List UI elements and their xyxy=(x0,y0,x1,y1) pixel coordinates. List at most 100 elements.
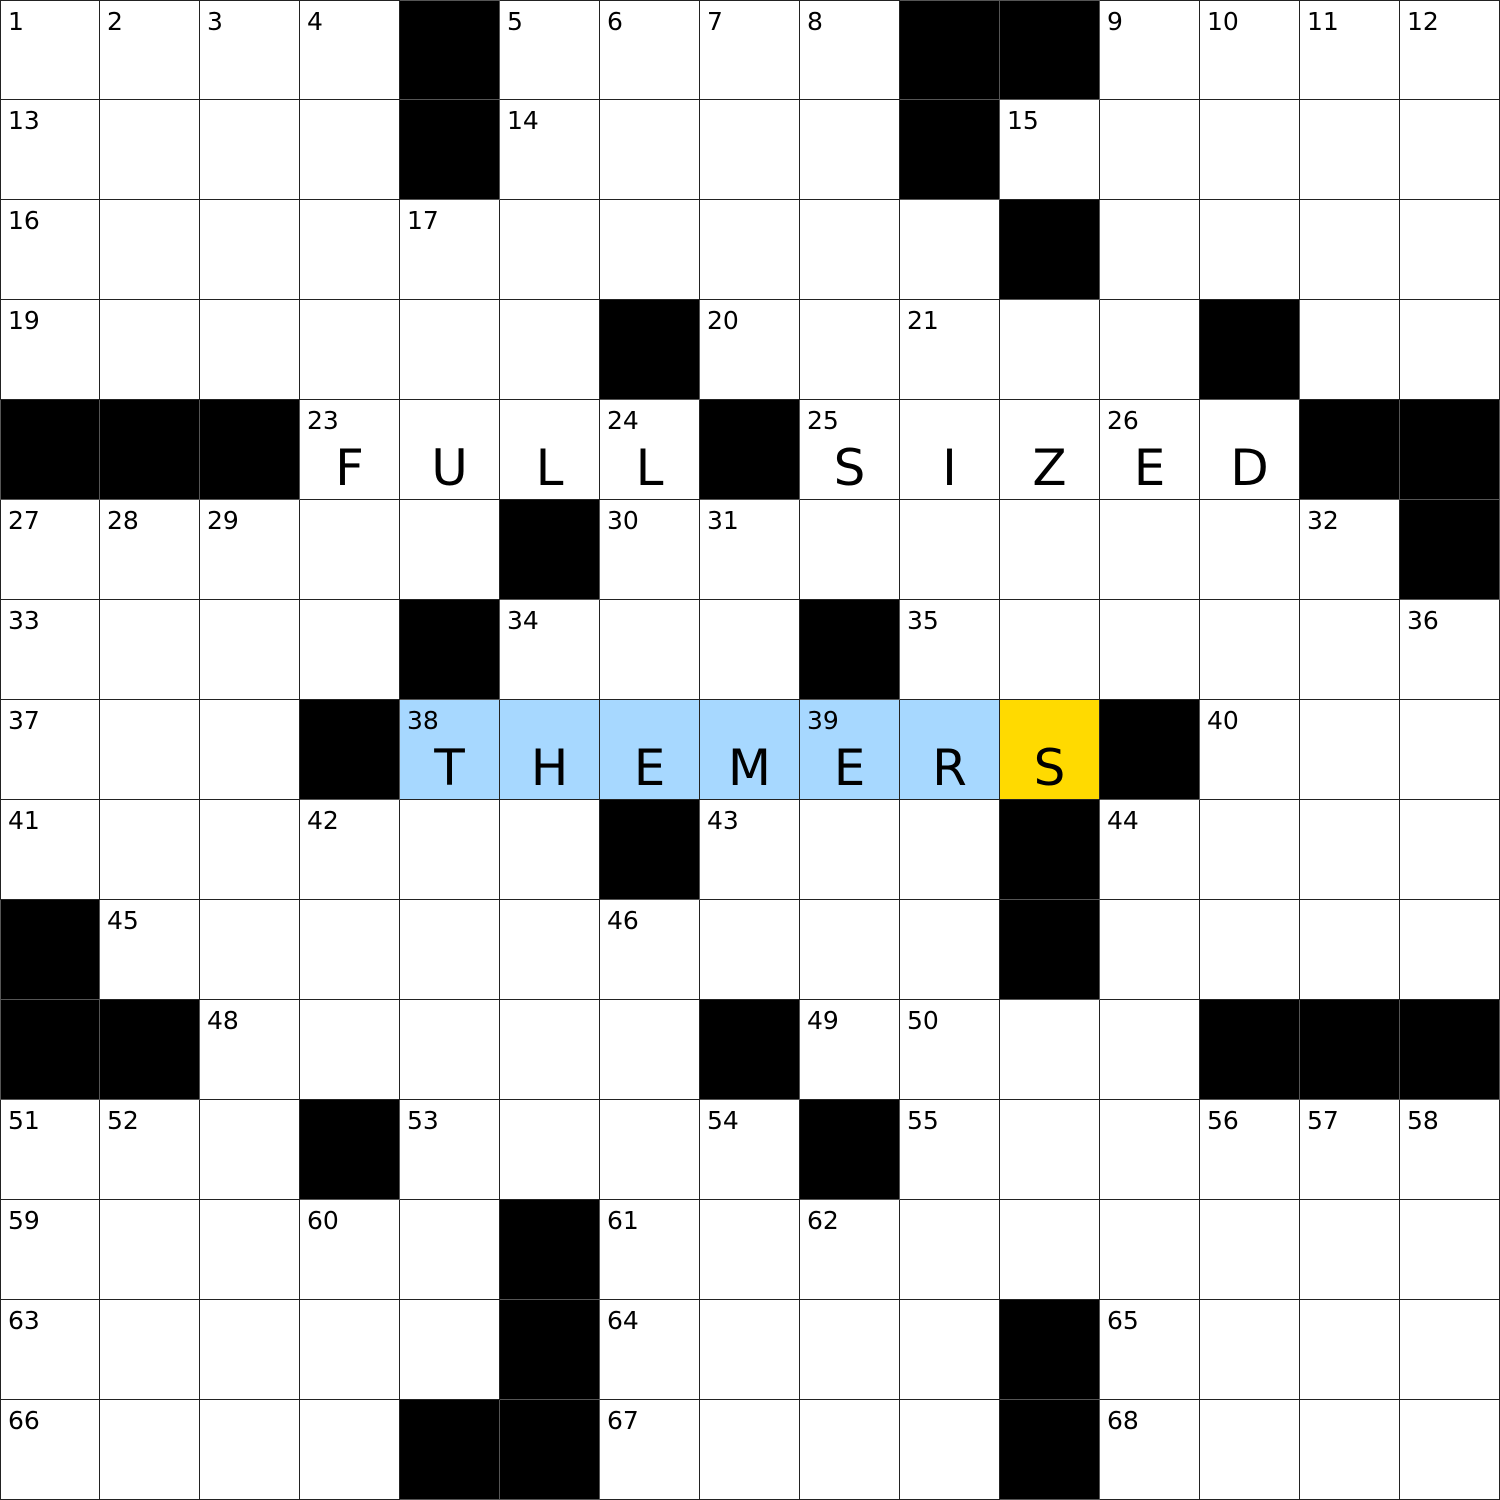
grid-cell[interactable] xyxy=(100,1300,200,1400)
grid-cell[interactable] xyxy=(200,100,300,200)
grid-cell[interactable]: 10 xyxy=(1200,0,1300,100)
grid-cell[interactable] xyxy=(400,1300,500,1400)
grid-cell[interactable] xyxy=(400,800,500,900)
grid-cell[interactable] xyxy=(700,600,800,700)
grid-cell[interactable] xyxy=(100,100,200,200)
grid-cell[interactable] xyxy=(1100,300,1200,400)
grid-cell[interactable] xyxy=(400,900,500,1000)
grid-cell[interactable] xyxy=(400,1200,500,1300)
grid-cell[interactable] xyxy=(1300,800,1400,900)
grid-cell[interactable]: 44 xyxy=(1100,800,1200,900)
grid-cell[interactable] xyxy=(1200,500,1300,600)
grid-cell[interactable] xyxy=(100,800,200,900)
grid-cell[interactable]: 14 xyxy=(500,100,600,200)
grid-cell[interactable]: 40 xyxy=(1200,700,1300,800)
grid-cell[interactable]: 53 xyxy=(400,1100,500,1200)
grid-cell[interactable] xyxy=(300,1000,400,1100)
grid-cell[interactable] xyxy=(1100,1200,1200,1300)
grid-cell[interactable] xyxy=(1100,100,1200,200)
grid-cell[interactable] xyxy=(900,200,1000,300)
grid-cell[interactable] xyxy=(700,200,800,300)
grid-cell[interactable]: M xyxy=(700,700,800,800)
grid-cell[interactable] xyxy=(100,200,200,300)
grid-cell[interactable] xyxy=(700,1300,800,1400)
grid-cell[interactable] xyxy=(300,1300,400,1400)
grid-cell[interactable] xyxy=(1400,700,1500,800)
grid-cell[interactable] xyxy=(300,600,400,700)
grid-cell[interactable]: 16 xyxy=(0,200,100,300)
grid-cell[interactable]: 37 xyxy=(0,700,100,800)
grid-cell[interactable] xyxy=(1400,900,1500,1000)
grid-cell[interactable] xyxy=(1100,600,1200,700)
grid-cell[interactable] xyxy=(100,1400,200,1500)
grid-cell[interactable] xyxy=(200,1100,300,1200)
grid-cell[interactable]: 43 xyxy=(700,800,800,900)
grid-cell[interactable] xyxy=(500,800,600,900)
grid-cell[interactable]: 8 xyxy=(800,0,900,100)
grid-cell[interactable]: 24 L xyxy=(600,400,700,500)
grid-cell[interactable]: H xyxy=(500,700,600,800)
grid-cell[interactable] xyxy=(600,600,700,700)
grid-cell[interactable] xyxy=(700,1400,800,1500)
grid-cell[interactable]: 60 xyxy=(300,1200,400,1300)
grid-cell[interactable] xyxy=(1200,100,1300,200)
grid-cell[interactable]: 61 xyxy=(600,1200,700,1300)
grid-cell[interactable]: 5 xyxy=(500,0,600,100)
grid-cell[interactable] xyxy=(700,900,800,1000)
grid-cell[interactable]: 20 xyxy=(700,300,800,400)
grid-cell[interactable] xyxy=(1000,1200,1100,1300)
grid-cell[interactable]: 29 xyxy=(200,500,300,600)
grid-cell[interactable] xyxy=(900,800,1000,900)
grid-cell[interactable] xyxy=(800,500,900,600)
grid-cell[interactable] xyxy=(1300,1300,1400,1400)
grid-cell[interactable]: 45 xyxy=(100,900,200,1000)
grid-cell[interactable] xyxy=(900,1400,1000,1500)
grid-cell[interactable] xyxy=(100,300,200,400)
grid-cell[interactable]: 39 E xyxy=(800,700,900,800)
grid-cell[interactable]: 35 xyxy=(900,600,1000,700)
grid-cell[interactable] xyxy=(1200,200,1300,300)
grid-cell[interactable] xyxy=(1300,200,1400,300)
grid-cell[interactable]: 65 xyxy=(1100,1300,1200,1400)
grid-cell[interactable]: 41 xyxy=(0,800,100,900)
grid-cell[interactable] xyxy=(1300,300,1400,400)
grid-cell[interactable] xyxy=(1200,800,1300,900)
grid-cell[interactable] xyxy=(1400,200,1500,300)
grid-cell[interactable] xyxy=(500,1100,600,1200)
grid-cell[interactable]: 33 xyxy=(0,600,100,700)
grid-cell[interactable] xyxy=(1200,900,1300,1000)
grid-cell[interactable] xyxy=(200,200,300,300)
grid-cell[interactable]: 58 xyxy=(1400,1100,1500,1200)
grid-cell[interactable] xyxy=(1100,900,1200,1000)
grid-cell[interactable] xyxy=(800,100,900,200)
grid-cell[interactable] xyxy=(1400,1300,1500,1400)
grid-cell[interactable] xyxy=(1200,1400,1300,1500)
grid-cell[interactable] xyxy=(1000,1000,1100,1100)
grid-cell[interactable]: 49 xyxy=(800,1000,900,1100)
grid-cell[interactable] xyxy=(1100,200,1200,300)
grid-cell[interactable] xyxy=(900,500,1000,600)
grid-cell[interactable]: R xyxy=(900,700,1000,800)
grid-cell[interactable] xyxy=(300,900,400,1000)
grid-cell[interactable] xyxy=(1100,1100,1200,1200)
grid-cell[interactable] xyxy=(300,1400,400,1500)
grid-cell[interactable] xyxy=(600,200,700,300)
grid-cell[interactable]: 3 xyxy=(200,0,300,100)
grid-cell[interactable] xyxy=(200,600,300,700)
grid-cell[interactable] xyxy=(300,200,400,300)
grid-cell[interactable]: 11 xyxy=(1300,0,1400,100)
grid-cell[interactable]: 63 xyxy=(0,1300,100,1400)
grid-cell[interactable] xyxy=(1400,100,1500,200)
grid-cell[interactable] xyxy=(200,1200,300,1300)
grid-cell[interactable] xyxy=(200,1400,300,1500)
grid-cell[interactable] xyxy=(1200,1300,1300,1400)
grid-cell[interactable] xyxy=(1300,600,1400,700)
grid-cell[interactable]: 46 xyxy=(600,900,700,1000)
grid-cell[interactable] xyxy=(1000,300,1100,400)
grid-cell[interactable] xyxy=(1000,1100,1100,1200)
grid-cell[interactable] xyxy=(400,300,500,400)
grid-cell[interactable]: 48 xyxy=(200,1000,300,1100)
grid-cell[interactable] xyxy=(800,900,900,1000)
grid-cell[interactable]: 68 xyxy=(1100,1400,1200,1500)
grid-cell[interactable]: 17 xyxy=(400,200,500,300)
